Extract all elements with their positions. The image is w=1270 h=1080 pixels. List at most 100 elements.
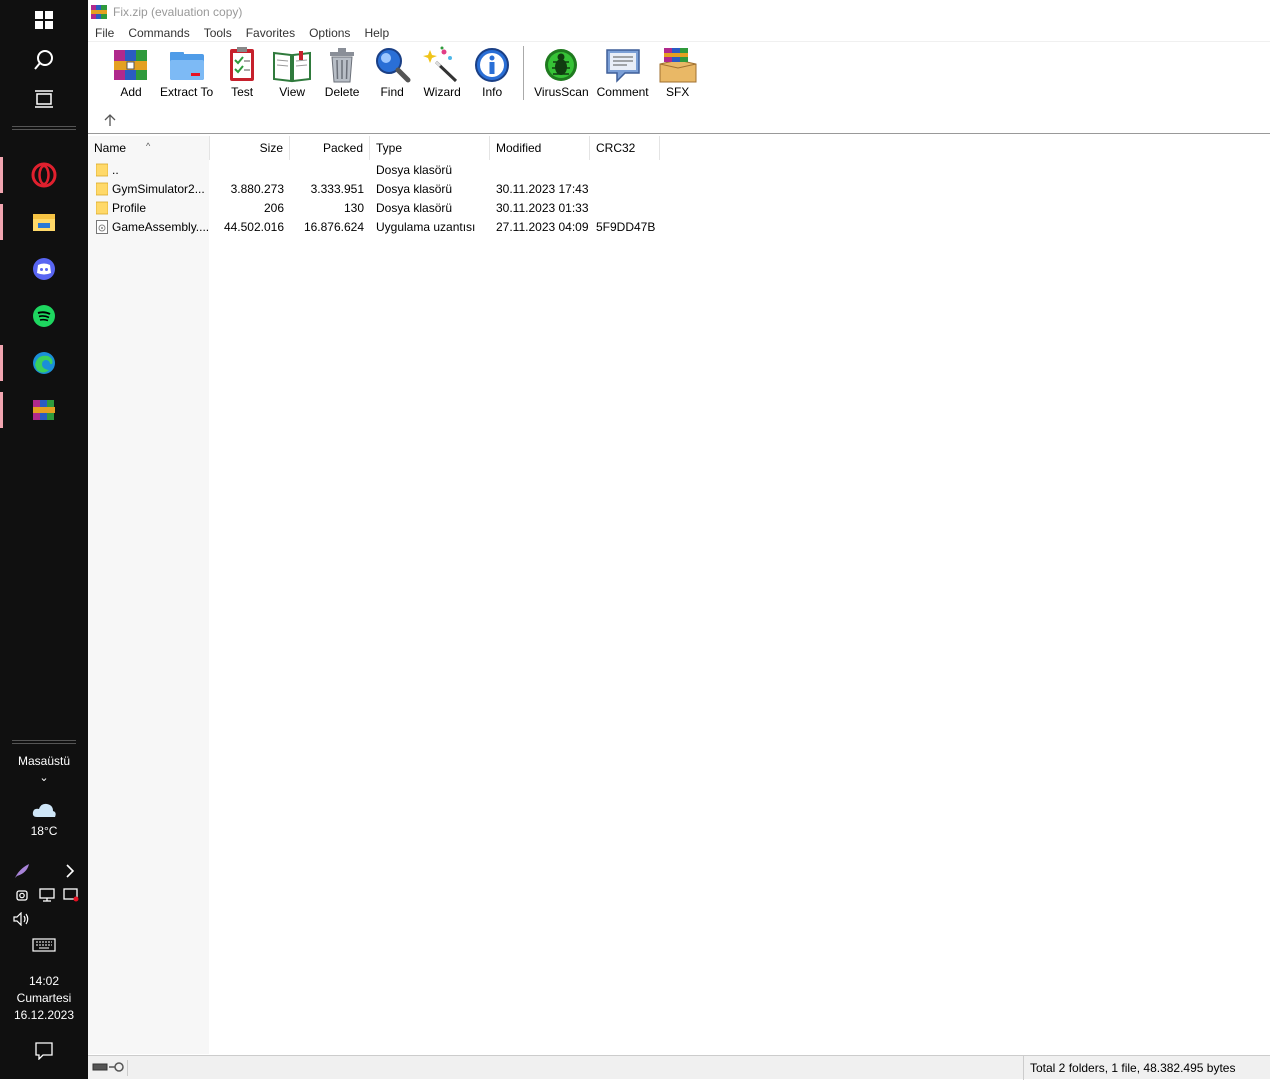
notification-icon[interactable] xyxy=(0,1038,88,1064)
task-view-icon[interactable] xyxy=(0,81,88,117)
trash-icon xyxy=(330,48,355,83)
info-icon xyxy=(475,48,510,82)
file-packed xyxy=(290,161,364,180)
desktop-label[interactable]: Masaüstü xyxy=(0,754,88,768)
file-row-parent[interactable]: .. Dosya klasörü xyxy=(88,161,1270,180)
sfx-label: SFX xyxy=(665,85,690,99)
file-size: 206 xyxy=(263,201,284,215)
taskbar-separator xyxy=(12,126,76,127)
winrar-icon[interactable] xyxy=(0,392,88,428)
opera-icon[interactable] xyxy=(0,157,88,193)
menu-tools[interactable]: Tools xyxy=(197,26,239,40)
magic-wand-icon xyxy=(423,46,458,83)
folder-icon xyxy=(96,201,108,215)
extract-to-label: Extract To xyxy=(160,85,214,99)
file-type: Dosya klasörü xyxy=(376,163,453,177)
clock-date[interactable]: 16.12.2023 xyxy=(0,1008,88,1022)
add-button[interactable]: Add xyxy=(106,46,156,102)
comment-button[interactable]: Comment xyxy=(593,46,653,102)
spotify-icon[interactable] xyxy=(0,298,88,334)
column-header-packed[interactable]: Packed xyxy=(290,136,370,160)
column-header-type[interactable]: Type xyxy=(370,136,490,160)
weather-temperature: 18°C xyxy=(30,824,58,838)
column-header-name[interactable]: Name ^ xyxy=(88,136,210,160)
file-packed: 3.333.951 xyxy=(310,182,364,196)
comment-icon xyxy=(605,49,640,83)
search-icon[interactable] xyxy=(0,42,88,78)
folder-icon xyxy=(96,182,108,196)
file-name: GymSimulator2... xyxy=(112,182,205,196)
test-button[interactable]: Test xyxy=(217,46,267,102)
keyboard-icon[interactable] xyxy=(0,934,88,956)
column-header-size[interactable]: Size xyxy=(210,136,290,160)
file-name: .. xyxy=(112,163,119,177)
file-row[interactable]: GymSimulator2... 3.880.273 3.333.951 Dos… xyxy=(88,180,1270,199)
extract-to-button[interactable]: Extract To xyxy=(156,46,217,102)
wizard-button[interactable]: Wizard xyxy=(417,46,467,102)
winrar-app-icon xyxy=(91,5,107,19)
file-row[interactable]: GameAssembly.... 44.502.016 16.876.624 U… xyxy=(88,218,1270,237)
column-header-name-label: Name xyxy=(94,141,127,155)
file-name: GameAssembly.... xyxy=(112,220,208,234)
file-crc32 xyxy=(596,199,660,218)
drive-key-icon xyxy=(92,1062,124,1072)
title-bar[interactable]: Fix.zip (evaluation copy) xyxy=(88,0,1270,24)
column-header-modified[interactable]: Modified xyxy=(490,136,590,160)
status-bar: Total 2 folders, 1 file, 48.382.495 byte… xyxy=(88,1055,1270,1080)
menu-help[interactable]: Help xyxy=(357,26,396,40)
virusscan-button[interactable]: VirusScan xyxy=(530,46,592,102)
menu-bar: File Commands Tools Favorites Options He… xyxy=(88,24,1270,42)
taskbar: Masaüstü ⌄ 18°C 14:02 Cumartesi 16.12.20… xyxy=(0,0,88,1079)
view-label: View xyxy=(279,85,306,99)
file-explorer-icon[interactable] xyxy=(0,204,88,240)
add-icon xyxy=(114,50,147,80)
file-modified: 30.11.2023 01:33 xyxy=(496,201,589,215)
menu-commands[interactable]: Commands xyxy=(121,26,196,40)
view-button[interactable]: View xyxy=(267,46,317,102)
volume-icon[interactable] xyxy=(0,908,66,930)
file-modified: 30.11.2023 17:43 xyxy=(496,182,589,196)
windows-start-icon[interactable] xyxy=(0,2,88,38)
delete-label: Delete xyxy=(324,85,360,99)
cloud-icon[interactable] xyxy=(0,796,88,824)
status-drive-key-area[interactable] xyxy=(92,1060,128,1076)
winrar-window: Fix.zip (evaluation copy) File Commands … xyxy=(88,0,1270,1080)
edge-icon[interactable] xyxy=(0,345,88,381)
virusscan-label: VirusScan xyxy=(534,85,589,99)
discord-icon[interactable] xyxy=(0,251,88,287)
file-crc32 xyxy=(596,161,660,180)
menu-options[interactable]: Options xyxy=(302,26,357,40)
info-label: Info xyxy=(482,85,503,99)
file-type: Dosya klasörü xyxy=(376,201,453,215)
navigation-row xyxy=(88,106,1270,134)
sfx-box-icon xyxy=(659,48,697,83)
file-crc32: 5F9DD47B xyxy=(596,220,656,234)
file-size: 44.502.016 xyxy=(223,220,284,234)
file-type: Uygulama uzantısı xyxy=(376,220,476,234)
sfx-button[interactable]: SFX xyxy=(653,46,703,102)
taskbar-separator xyxy=(12,740,76,741)
column-header-crc32[interactable]: CRC32 xyxy=(590,136,660,160)
clock-day[interactable]: Cumartesi xyxy=(0,991,88,1005)
name-column-shading xyxy=(88,136,209,1054)
file-packed: 16.876.624 xyxy=(303,220,364,234)
window-title: Fix.zip (evaluation copy) xyxy=(113,5,243,19)
info-button[interactable]: Info xyxy=(467,46,517,102)
menu-favorites[interactable]: Favorites xyxy=(239,26,302,40)
file-modified xyxy=(496,161,590,180)
clock-time[interactable]: 14:02 xyxy=(0,974,88,988)
delete-button[interactable]: Delete xyxy=(317,46,367,102)
virus-bug-icon xyxy=(545,49,578,81)
find-button[interactable]: Find xyxy=(367,46,417,102)
test-label: Test xyxy=(231,85,254,99)
chevron-down-icon[interactable]: ⌄ xyxy=(0,771,88,784)
menu-file[interactable]: File xyxy=(88,26,121,40)
add-label: Add xyxy=(120,85,142,99)
toolbar: Add Extract To Test View Delete Find Wiz… xyxy=(106,46,703,102)
extract-folder-icon xyxy=(169,52,204,80)
file-row[interactable]: Profile 206 130 Dosya klasörü 30.11.2023… xyxy=(88,199,1270,218)
wizard-label: Wizard xyxy=(423,85,461,99)
file-name: Profile xyxy=(112,201,147,215)
up-arrow-icon[interactable] xyxy=(102,112,118,128)
column-header-row: Name ^ Size Packed Type Modified CRC32 xyxy=(88,136,1270,160)
